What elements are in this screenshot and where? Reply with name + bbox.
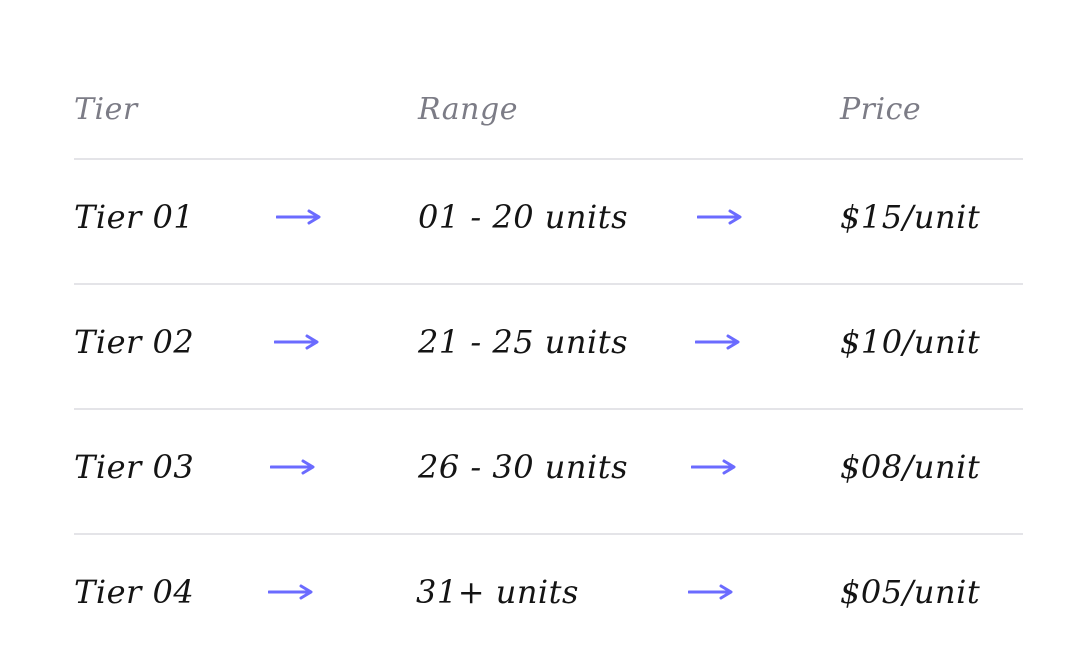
header-range: Range — [418, 92, 518, 127]
arrow-right-icon — [695, 332, 741, 352]
tier-label: Tier 03 — [74, 448, 195, 486]
range-label: 01 - 20 units — [418, 198, 628, 236]
table-row: Tier 03 26 - 30 units $08/unit — [74, 410, 1023, 534]
tier-label: Tier 04 — [74, 573, 195, 611]
price-label: $15/unit — [840, 198, 981, 236]
header-tier: Tier — [74, 92, 138, 127]
arrow-right-icon — [274, 332, 320, 352]
arrow-right-icon — [688, 582, 734, 602]
tier-label: Tier 01 — [74, 198, 195, 236]
table-row: Tier 02 21 - 25 units $10/unit — [74, 285, 1023, 409]
table-row: Tier 04 31+ units $05/unit — [74, 535, 1023, 659]
header-price: Price — [840, 92, 922, 127]
range-label: 21 - 25 units — [418, 323, 628, 361]
price-label: $08/unit — [840, 448, 981, 486]
arrow-right-icon — [691, 457, 737, 477]
range-label: 31+ units — [416, 573, 579, 611]
price-label: $10/unit — [840, 323, 981, 361]
arrow-right-icon — [270, 457, 316, 477]
arrow-right-icon — [697, 207, 743, 227]
table-header: Tier Range Price — [74, 90, 1023, 160]
table-row: Tier 01 01 - 20 units $15/unit — [74, 160, 1023, 284]
arrow-right-icon — [276, 207, 322, 227]
price-label: $05/unit — [840, 573, 981, 611]
range-label: 26 - 30 units — [418, 448, 628, 486]
tier-label: Tier 02 — [74, 323, 195, 361]
arrow-right-icon — [268, 582, 314, 602]
